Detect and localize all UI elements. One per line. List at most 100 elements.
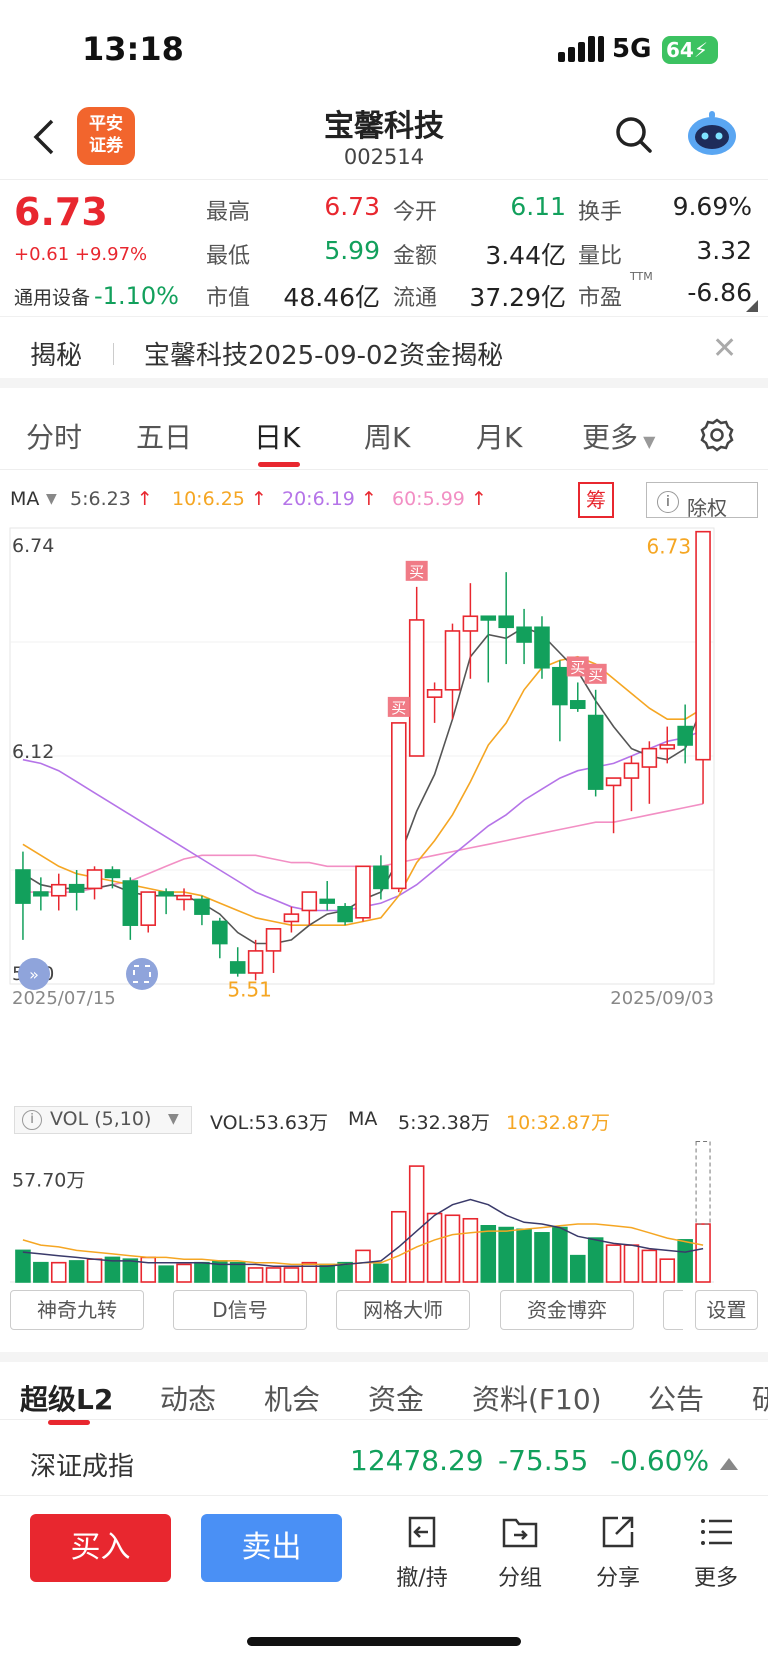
tab-weekly-k[interactable]: 周K: [364, 416, 410, 456]
share-button[interactable]: 分享: [578, 1512, 658, 1592]
value-low: 5.99: [324, 236, 380, 265]
candle-body: [641, 747, 658, 768]
candle-body: [605, 777, 622, 787]
tab-news[interactable]: 动态: [160, 1378, 216, 1418]
tab-more-label: 更多: [582, 421, 639, 454]
candle-body: [212, 920, 228, 945]
volume-bar: [247, 1267, 264, 1283]
indicator-settings-button[interactable]: 设置: [695, 1290, 758, 1330]
chip-distribution-button[interactable]: 筹: [578, 482, 614, 518]
buy-button[interactable]: 买入: [30, 1514, 171, 1582]
volume-ma-label: MA: [348, 1108, 378, 1130]
tab-intraday[interactable]: 分时: [26, 416, 82, 456]
close-icon[interactable]: ✕: [712, 331, 737, 366]
info-tabs: 超级L2 动态 机会 资金 资料(F10) 公告 研: [0, 1352, 768, 1425]
volume-bar: [229, 1261, 246, 1283]
up-arrow-icon: ↑: [470, 488, 487, 510]
tab-five-day[interactable]: 五日: [136, 416, 192, 456]
candlestick-chart[interactable]: 买买买买6.746.125.502025/07/152025/09/036.73…: [0, 522, 768, 1102]
orders-icon: [408, 1516, 436, 1548]
tab-daily-k[interactable]: 日K: [254, 416, 300, 456]
candle-body: [104, 869, 121, 879]
volume-bar: [641, 1249, 658, 1283]
candle-body: [265, 928, 282, 952]
low-price-label: 5.51: [227, 977, 272, 1001]
candle-body: [498, 615, 514, 629]
gear-icon[interactable]: [700, 418, 734, 452]
group-button[interactable]: 分组: [480, 1512, 560, 1592]
sector-info[interactable]: 通用设备 -1.10%: [14, 282, 179, 310]
assistant-robot-icon[interactable]: [684, 109, 740, 159]
candle-body: [33, 891, 49, 897]
label-high: 最高: [206, 200, 251, 225]
indicator-grid-master-button[interactable]: 网格大师: [336, 1290, 470, 1330]
indicator-more-button[interactable]: [663, 1290, 683, 1330]
corner-expand-icon[interactable]: [746, 300, 758, 312]
more-label: 更多: [693, 1566, 738, 1591]
sector-name: 通用设备: [14, 287, 91, 309]
value-pe: -6.86: [687, 278, 752, 307]
tab-super-l2[interactable]: 超级L2: [20, 1378, 113, 1418]
volume-bar: [605, 1244, 622, 1283]
tab-more[interactable]: 更多 ▼: [582, 416, 655, 456]
ma20-value: 20:6.19 ↑: [282, 488, 377, 510]
value-float-cap: 37.29亿: [469, 283, 566, 312]
candle-body: [140, 891, 157, 926]
indicator-nine-turn-button[interactable]: 神奇九转: [10, 1290, 144, 1330]
up-arrow-icon: ↑: [360, 488, 377, 510]
volume-bar: [426, 1212, 443, 1283]
more-button[interactable]: 更多: [676, 1512, 756, 1592]
volume-bar: [158, 1265, 174, 1283]
candle-body: [86, 869, 103, 890]
caret-down-icon: ▼: [168, 1111, 179, 1127]
indicator-d-signal-button[interactable]: D信号: [173, 1290, 307, 1330]
candle-body: [391, 722, 407, 890]
volume-chart[interactable]: 57.70万: [0, 1136, 768, 1286]
tab-announcements[interactable]: 公告: [648, 1378, 704, 1418]
ma5-value: 5:6.23 ↑: [70, 488, 153, 510]
ma-legend[interactable]: MA ▼ 5:6.23 ↑ 10:6.25 ↑ 20:6.19 ↑ 60:5.9…: [0, 480, 768, 520]
tab-monthly-k[interactable]: 月K: [476, 416, 522, 456]
group-label: 分组: [497, 1566, 542, 1591]
volume-bar: [283, 1267, 300, 1283]
tab-research[interactable]: 研: [752, 1378, 768, 1418]
ma60-value: 60:5.99 ↑: [392, 488, 487, 510]
tab-funds[interactable]: 资金: [368, 1378, 424, 1418]
volume-bar: [33, 1261, 49, 1283]
ex-rights-button[interactable]: i 除权: [646, 482, 758, 520]
indicator-fund-game-button[interactable]: 资金博弈: [500, 1290, 634, 1330]
home-indicator: [247, 1637, 521, 1646]
volume-legend[interactable]: i VOL (5,10) ▼ VOL:53.63万 MA 5:32.38万 10…: [0, 1104, 768, 1136]
ma-dropdown-icon[interactable]: ▼: [46, 491, 57, 507]
folder-icon: [502, 1518, 538, 1548]
volume-bar: [552, 1226, 568, 1283]
index-ticker[interactable]: 深证成指 12478.29 -75.55 -0.60%: [0, 1432, 768, 1496]
buy-signal-text: 买: [391, 699, 406, 717]
volume-bar: [68, 1260, 85, 1283]
search-icon[interactable]: [614, 115, 654, 155]
orders-positions-button[interactable]: 撤/持: [382, 1512, 462, 1592]
tab-opportunity[interactable]: 机会: [264, 1378, 320, 1418]
candle-body: [623, 762, 640, 779]
candle-body: [158, 891, 174, 897]
candle-body: [677, 725, 693, 746]
label-volume-ratio: 量比: [578, 244, 623, 269]
candle-body: [194, 898, 210, 915]
battery-icon: 64⚡: [662, 36, 718, 64]
fund-reveal-bar[interactable]: 揭秘 宝馨科技2025-09-02资金揭秘 ✕: [0, 316, 768, 388]
volume-bar: [480, 1225, 497, 1283]
active-tab-underline: [48, 1420, 90, 1425]
candle-body: [480, 615, 497, 621]
ma-label: MA: [10, 488, 40, 510]
candle-body: [569, 700, 586, 709]
label-turnover: 换手: [578, 200, 623, 225]
reveal-text[interactable]: 宝馨科技2025-09-02资金揭秘: [144, 335, 503, 372]
volume-bar: [408, 1165, 425, 1283]
volume-value: VOL:53.63万: [210, 1112, 328, 1134]
tab-f10[interactable]: 资料(F10): [472, 1378, 602, 1418]
x-axis-start-date: 2025/07/15: [12, 988, 116, 1009]
up-arrow-icon: ↑: [250, 488, 267, 510]
sell-button[interactable]: 卖出: [201, 1514, 342, 1582]
expand-up-icon[interactable]: [720, 1458, 738, 1470]
candle-body: [587, 714, 604, 790]
